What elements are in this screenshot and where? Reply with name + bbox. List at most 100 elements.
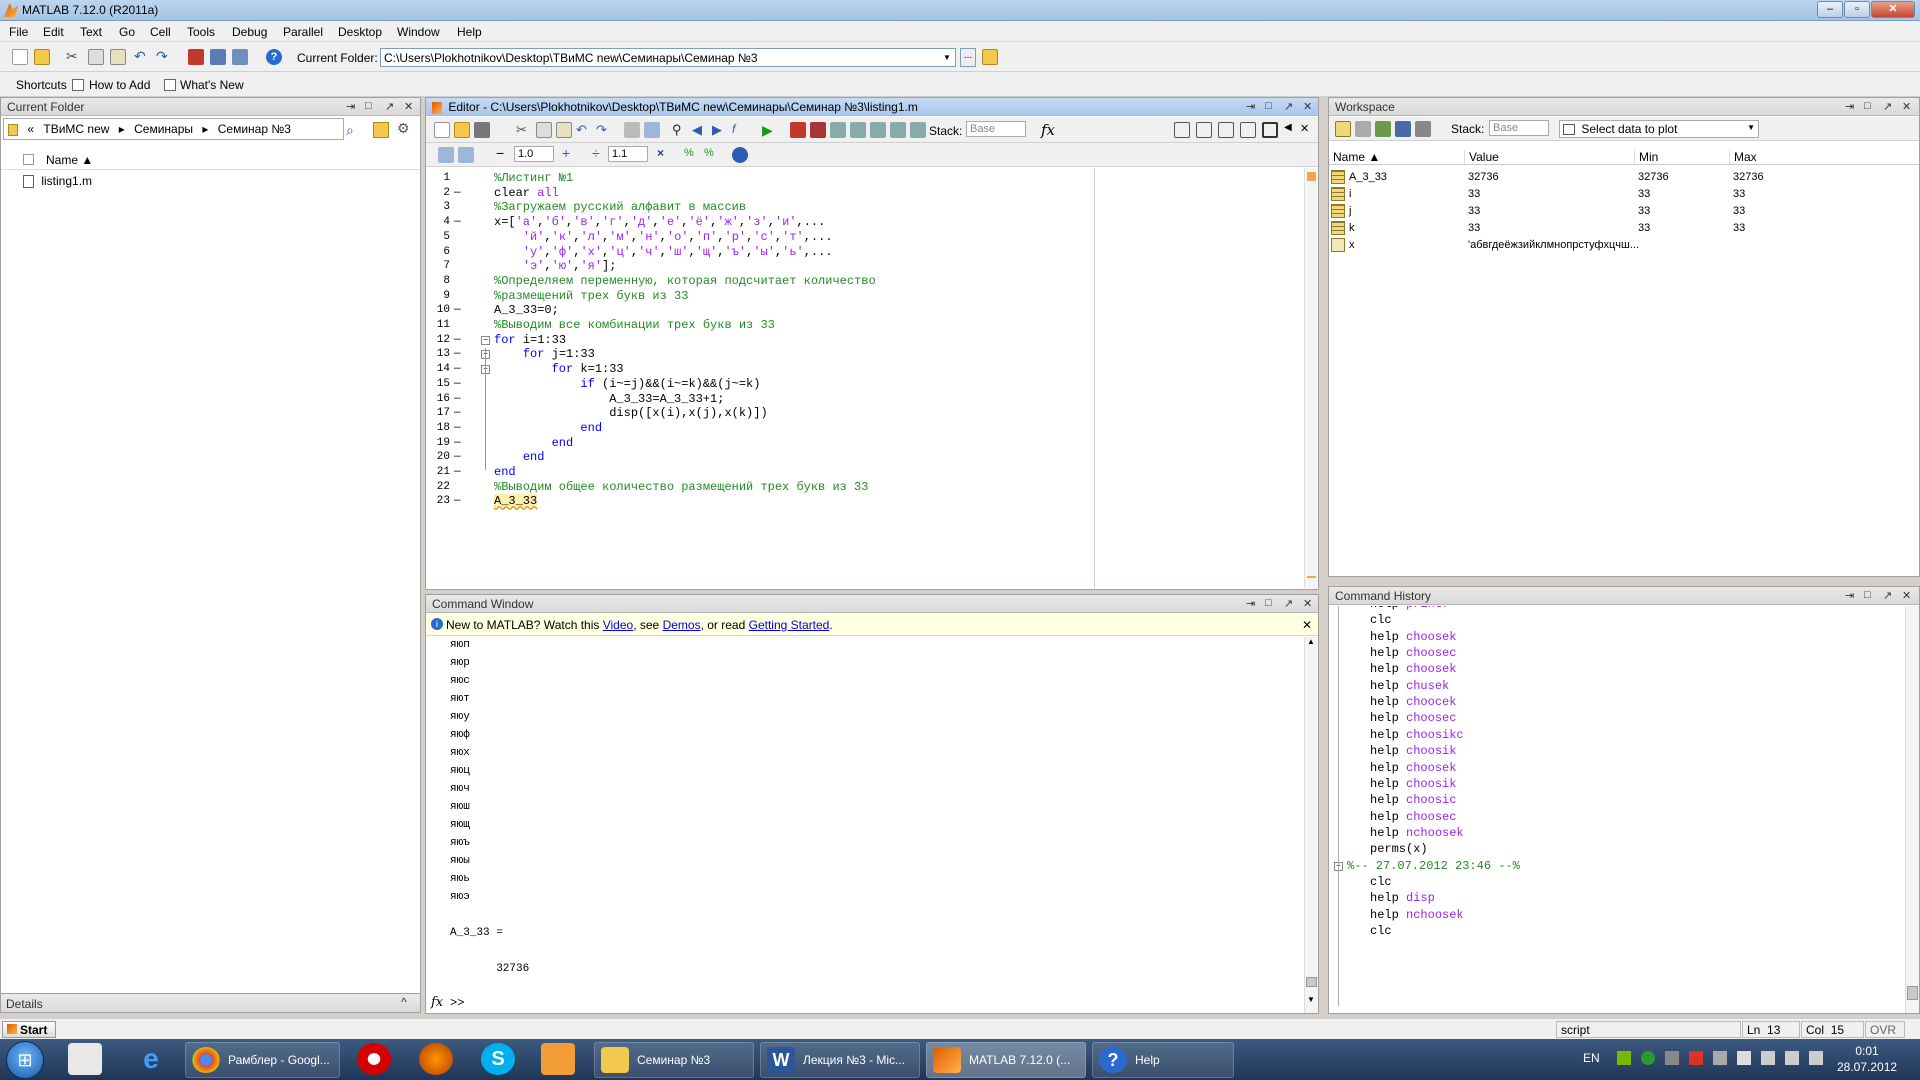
history-item[interactable]: help choosikc: [1370, 728, 1464, 742]
code-line[interactable]: for i=1:33: [494, 333, 566, 347]
history-item[interactable]: help choosic: [1370, 793, 1456, 807]
code-line[interactable]: if (i~=j)&&(i~=k)&&(j~=k): [494, 377, 760, 391]
code-line[interactable]: %размещений трех букв из 33: [494, 289, 688, 303]
code-line[interactable]: %Листинг №1: [494, 171, 573, 185]
print-icon[interactable]: [624, 122, 640, 138]
undo-icon[interactable]: ↶: [134, 49, 150, 65]
maximize-button[interactable]: ▫: [1844, 1, 1870, 18]
undock-icon[interactable]: ⇥: [1246, 100, 1255, 113]
new-file-icon[interactable]: [12, 49, 28, 65]
close-panel-icon[interactable]: ✕: [1303, 100, 1312, 113]
clock-time[interactable]: 0:01: [1837, 1044, 1897, 1058]
history-item[interactable]: help choosek: [1370, 662, 1456, 676]
matlab-start-button[interactable]: Start: [2, 1021, 56, 1038]
language-indicator[interactable]: EN: [1583, 1051, 1600, 1065]
history-item[interactable]: help choocek: [1370, 695, 1456, 709]
chevron-up-icon[interactable]: ^: [401, 995, 407, 1009]
pin-icon[interactable]: ↗: [1284, 597, 1293, 610]
file-column-header[interactable]: Name ▲: [1, 150, 420, 170]
internet-explorer-icon[interactable]: e: [134, 1043, 168, 1075]
breakpoint-marker[interactable]: —: [454, 348, 461, 360]
breakpoint-marker[interactable]: —: [454, 216, 461, 228]
find-icon[interactable]: ⚲: [672, 122, 688, 138]
maximize-doc-icon[interactable]: [1262, 122, 1278, 138]
maximize-panel-icon[interactable]: □: [1864, 100, 1871, 112]
folder-up-icon[interactable]: [982, 49, 998, 65]
shortcuts-label[interactable]: Shortcuts: [16, 78, 67, 92]
split-vertical-icon[interactable]: [1196, 122, 1212, 138]
forward-icon[interactable]: ▶: [712, 122, 728, 138]
history-item[interactable]: clc: [1370, 924, 1392, 938]
taskbar-chrome[interactable]: Рамблер - Googl...: [185, 1042, 340, 1078]
file-item[interactable]: listing1.m: [23, 174, 92, 189]
clear-breakpoints-icon[interactable]: [810, 122, 826, 138]
taskbar-word[interactable]: W Лекция №3 - Mic...: [760, 1042, 920, 1078]
menu-file[interactable]: File: [9, 25, 28, 39]
menu-desktop[interactable]: Desktop: [338, 25, 382, 39]
close-panel-icon[interactable]: ✕: [1303, 597, 1312, 610]
paste-icon[interactable]: [556, 122, 572, 138]
breakpoint-icon[interactable]: [790, 122, 806, 138]
simulink-icon[interactable]: [188, 49, 204, 65]
code-line[interactable]: %Выводим все комбинации трех букв из 33: [494, 318, 775, 332]
undock-icon[interactable]: ⇥: [346, 100, 355, 113]
menu-cell[interactable]: Cell: [150, 25, 171, 39]
search-icon[interactable]: ⌕: [346, 122, 362, 138]
current-folder-input[interactable]: C:\Users\Plokhotnikov\Desktop\ТВиМС new\…: [380, 48, 956, 67]
new-file-icon[interactable]: [434, 122, 450, 138]
history-item[interactable]: help nchoosek: [1370, 908, 1464, 922]
opera-icon[interactable]: [357, 1043, 391, 1075]
network-icon[interactable]: [1785, 1051, 1799, 1065]
stack-select[interactable]: Base: [1489, 120, 1549, 136]
history-session-separator[interactable]: %-- 27.07.2012 23:46 --%: [1347, 859, 1520, 873]
volume-icon[interactable]: [1809, 1051, 1823, 1065]
close-panel-icon[interactable]: ✕: [1902, 589, 1911, 602]
step-out-icon[interactable]: [870, 122, 886, 138]
code-line[interactable]: A_3_33: [494, 494, 538, 509]
fx-icon[interactable]: fx: [431, 995, 443, 1010]
code-line[interactable]: end: [494, 436, 574, 450]
maximize-panel-icon[interactable]: □: [1864, 589, 1871, 601]
code-line[interactable]: for j=1:33: [494, 347, 595, 361]
code-line[interactable]: 'э','ю','я'];: [494, 259, 617, 273]
decrement-button[interactable]: −: [496, 145, 504, 161]
save-icon[interactable]: [474, 122, 490, 138]
taskbar-help[interactable]: ? Help: [1092, 1042, 1234, 1078]
select-all-checkbox[interactable]: [23, 154, 34, 165]
breakpoint-marker[interactable]: —: [454, 393, 461, 405]
scroll-up-icon[interactable]: ▲: [1307, 637, 1315, 646]
code-line[interactable]: A_3_33=0;: [494, 303, 559, 317]
command-input[interactable]: fx >>: [426, 993, 1304, 1013]
menu-help[interactable]: Help: [457, 25, 482, 39]
workspace-row[interactable]: j 33 33 33: [1329, 203, 1919, 220]
code-line[interactable]: %Определяем переменную, которая подсчита…: [494, 274, 876, 288]
code-analyzer-indicator[interactable]: [1307, 172, 1316, 181]
pin-icon[interactable]: ↗: [1883, 589, 1892, 602]
cell-percent2-icon[interactable]: %: [704, 147, 720, 163]
history-item[interactable]: help choosek: [1370, 630, 1456, 644]
breakpoint-marker[interactable]: —: [454, 378, 461, 390]
exit-debug-icon[interactable]: [910, 122, 926, 138]
gear-icon[interactable]: ⚙: [397, 120, 413, 136]
copy-icon[interactable]: [88, 49, 104, 65]
code-line[interactable]: %Загружаем русский алфавит в массив: [494, 200, 746, 214]
pin-icon[interactable]: ↗: [385, 100, 394, 113]
command-scrollbar[interactable]: ▲ ▼: [1304, 637, 1318, 1013]
breakpoint-marker[interactable]: —: [454, 187, 461, 199]
minimize-button[interactable]: –: [1817, 1, 1843, 18]
back-icon[interactable]: ◀: [692, 122, 708, 138]
breakpoint-marker[interactable]: —: [454, 334, 461, 346]
fold-collapse-icon[interactable]: −: [481, 335, 490, 345]
warning-marker[interactable]: [1307, 576, 1316, 578]
history-item[interactable]: help printf: [1370, 606, 1449, 611]
menu-go[interactable]: Go: [119, 25, 135, 39]
code-line[interactable]: A_3_33=A_3_33+1;: [494, 392, 724, 406]
code-area[interactable]: 1 %Листинг №1 2 — clear all 3 %Загружаем русск…: [426, 168, 1304, 588]
maximize-panel-icon[interactable]: □: [1265, 597, 1272, 609]
cut-icon[interactable]: ✂: [66, 49, 82, 65]
breakpoint-marker[interactable]: —: [454, 451, 461, 463]
antivirus-icon[interactable]: [1689, 1051, 1703, 1065]
workspace-header[interactable]: Name ▲ Value Min Max: [1329, 147, 1919, 165]
history-item[interactable]: help chusek: [1370, 679, 1449, 693]
undock-icon[interactable]: ⇥: [1845, 589, 1854, 602]
